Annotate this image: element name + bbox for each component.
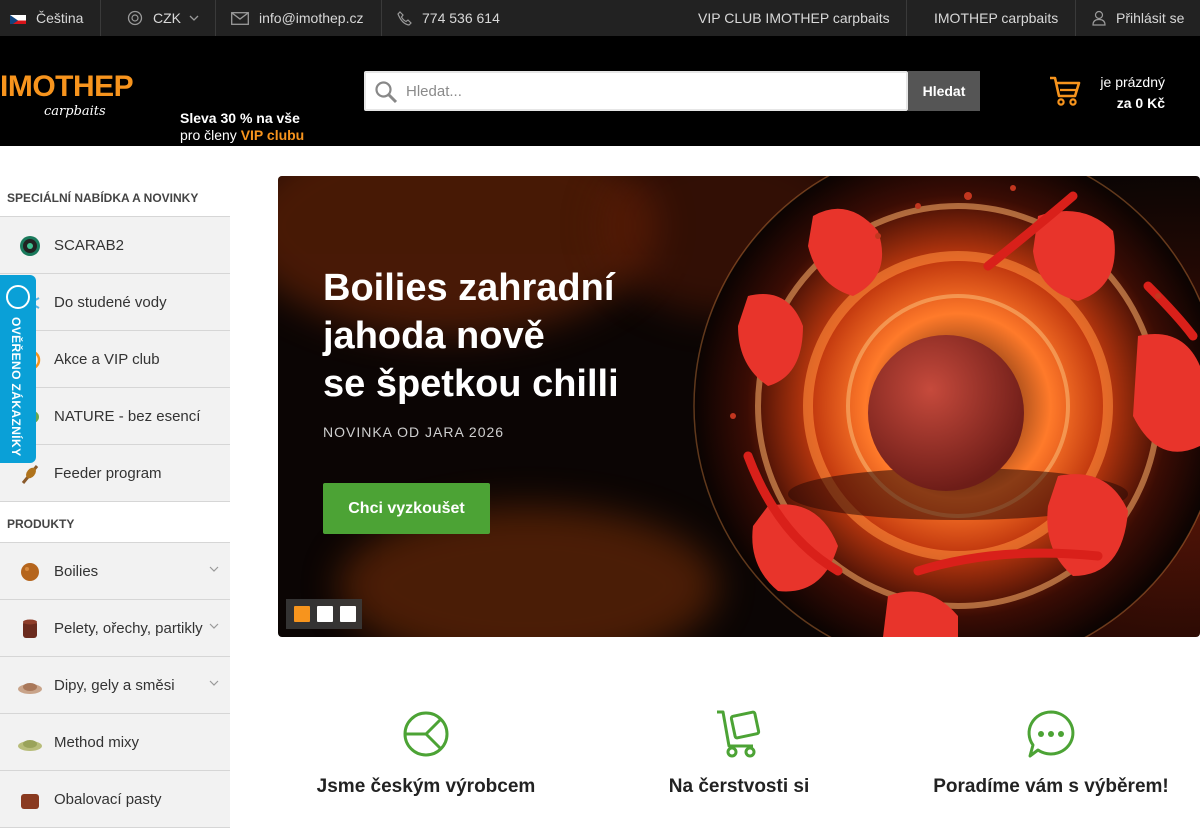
verified-by-customers-badge[interactable]: OVĚŘENO ZÁKAZNÍKY	[0, 275, 36, 463]
scarab-icon	[20, 236, 40, 256]
method-mix-icon	[18, 740, 42, 751]
sidebar-item-dips[interactable]: Dipy, gely a směsi	[0, 657, 230, 714]
search-input[interactable]	[406, 77, 896, 105]
brand-link[interactable]: IMOTHEP carpbaits	[934, 0, 1058, 36]
language-switcher[interactable]: Čeština	[10, 0, 83, 36]
sidebar-item-boilies[interactable]: Boilies	[0, 543, 230, 600]
try-it-button[interactable]: Chci vyzkoušet	[323, 483, 490, 534]
paste-icon	[21, 794, 39, 809]
hero-title-line: se špetkou chilli	[323, 363, 619, 405]
pellet-icon	[23, 619, 37, 638]
sidebar-item-method-mix[interactable]: Method mixy	[0, 714, 230, 771]
dip-icon	[18, 683, 42, 694]
sidebar-item-label: NATURE - bez esencí	[54, 407, 201, 425]
chevron-down-icon[interactable]	[209, 623, 219, 629]
logo-wordmark: IMOTHEP	[0, 70, 134, 103]
hero-subtitle: NOVINKA OD JARA 2026	[323, 424, 505, 440]
sidebar-item-label: Feeder program	[54, 464, 162, 482]
chevron-down-icon[interactable]	[209, 680, 219, 686]
sidebar-item-label: Boilies	[54, 562, 99, 580]
brand-label: IMOTHEP carpbaits	[934, 10, 1059, 26]
sidebar-item-label: Method mixy	[54, 733, 140, 751]
chat-icon	[1027, 710, 1075, 758]
hero-title: Boilies zahradní jahoda nově se špetkou …	[323, 264, 683, 408]
boilie-icon	[21, 563, 39, 581]
site-logo[interactable]: IMOTHEP carpbaits	[0, 72, 152, 120]
top-bar: Čeština CZK info@imothep.cz 774 536 614 …	[0, 0, 1200, 36]
cart-status: je prázdný	[1100, 74, 1165, 90]
hero-banner[interactable]: Boilies zahradní jahoda nově se špetkou …	[278, 176, 1200, 637]
sidebar-item-label: Obalovací pasty	[54, 790, 162, 808]
sidebar-item-label: Pelety, ořechy, partikly	[54, 619, 203, 637]
slide-dot-3[interactable]	[340, 606, 356, 622]
czech-producer-icon	[403, 711, 449, 757]
email-link[interactable]: info@imothep.cz	[231, 0, 363, 36]
cart-icon[interactable]	[1048, 74, 1082, 108]
verified-seal-icon	[6, 285, 30, 309]
cart-total: za 0 Kč	[1116, 95, 1165, 111]
sidebar-item-label: SCARAB2	[54, 236, 125, 254]
hero-title-line: jahoda nově	[323, 315, 545, 357]
hero-title-line: Boilies zahradní	[323, 267, 615, 309]
logo-tagline: carpbaits	[44, 104, 106, 119]
slider-pagination	[286, 599, 362, 629]
sidebar-item-label: Do studené vody	[54, 293, 167, 311]
feature-title: Jsme českým výrobcem	[316, 776, 536, 797]
feature-title: Poradíme vám s výběrem!	[933, 776, 1169, 797]
email-label: info@imothep.cz	[259, 10, 364, 26]
feeder-icon	[21, 465, 39, 484]
slide-dot-2[interactable]	[317, 606, 333, 622]
feature-title: Na čerstvosti si	[668, 776, 810, 797]
chevron-down-icon[interactable]	[209, 566, 219, 572]
sidebar-item-label: Akce a VIP club	[54, 350, 160, 368]
login-link[interactable]: Přihlásit se	[1092, 0, 1184, 36]
user-icon	[1092, 10, 1106, 26]
phone-label: 774 536 614	[422, 10, 500, 26]
phone-link[interactable]: 774 536 614	[397, 0, 500, 36]
cart-summary[interactable]: je prázdný za 0 Kč	[1090, 72, 1165, 114]
language-label: Čeština	[36, 10, 84, 26]
search-box	[364, 71, 908, 111]
search-icon	[375, 81, 398, 104]
sidebar-item-label: Dipy, gely a směsi	[54, 676, 175, 694]
login-label: Přihlásit se	[1116, 10, 1185, 26]
chevron-down-icon	[189, 15, 199, 21]
promo-members: pro členy	[180, 127, 237, 143]
slide-dot-1[interactable]	[294, 606, 310, 622]
section-heading-products: PRODUKTY	[0, 502, 230, 543]
promo-discount: Sleva 30 % na vše	[180, 110, 300, 126]
delivery-cart-icon	[717, 710, 761, 758]
verified-label: OVĚŘENO ZÁKAZNÍKY	[9, 317, 23, 457]
currency-label: CZK	[153, 10, 181, 26]
category-sidebar: SPECIÁLNÍ NABÍDKA A NOVINKY SCARAB2 Do s…	[0, 176, 230, 828]
sidebar-item-pellets[interactable]: Pelety, ořechy, partikly	[0, 600, 230, 657]
coins-icon	[127, 10, 143, 26]
envelope-icon	[231, 11, 249, 25]
czech-flag-icon	[10, 13, 26, 24]
currency-switcher[interactable]: CZK	[127, 0, 199, 36]
vip-club-link[interactable]: VIP CLUB IMOTHEP carpbaits	[698, 0, 890, 36]
vip-promo[interactable]: Sleva 30 % na vše pro členy VIP clubu	[180, 110, 304, 144]
section-heading-specials: SPECIÁLNÍ NABÍDKA A NOVINKY	[0, 176, 230, 217]
phone-icon	[397, 10, 412, 26]
search-button[interactable]: Hledat	[908, 71, 980, 111]
vip-club-label: VIP CLUB IMOTHEP carpbaits	[698, 10, 890, 26]
sidebar-item-scarab2[interactable]: SCARAB2	[0, 217, 230, 274]
promo-vip: VIP clubu	[240, 127, 305, 143]
